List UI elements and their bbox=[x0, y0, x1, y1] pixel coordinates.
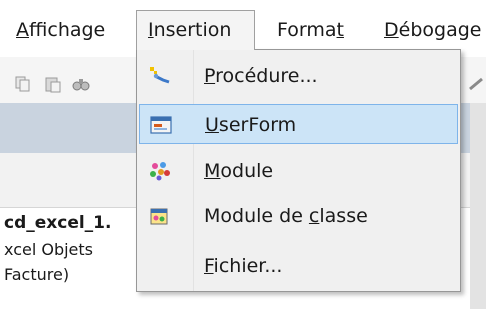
menu-format[interactable]: Format bbox=[277, 12, 344, 48]
menu-item-label: Module de classe bbox=[204, 196, 368, 236]
menu-item-text: lasse bbox=[319, 205, 368, 227]
menu-item-userform[interactable]: UserForm bbox=[139, 104, 458, 144]
menu-item-label: Fichier... bbox=[204, 246, 282, 286]
mnemonic: t bbox=[336, 19, 344, 41]
menu-label: ébogage bbox=[398, 19, 482, 41]
mnemonic: A bbox=[16, 19, 29, 41]
menu-item-text: serForm bbox=[218, 114, 297, 136]
mnemonic: c bbox=[308, 205, 320, 227]
menu-insertion[interactable]: Insertion bbox=[136, 10, 255, 50]
menu-item-text: odule bbox=[220, 160, 274, 182]
mnemonic: F bbox=[204, 255, 214, 277]
code-window-edge bbox=[470, 103, 486, 309]
mnemonic: M bbox=[204, 160, 221, 182]
menu-item-procedure[interactable]: Procédure... bbox=[139, 56, 458, 96]
menu-item-label: Procédure... bbox=[204, 56, 318, 96]
menu-label: ffichage bbox=[29, 19, 106, 41]
menu-item-module[interactable]: Module bbox=[139, 151, 458, 191]
tree-project-label[interactable]: cd_excel_1. bbox=[4, 213, 111, 233]
module-icon bbox=[150, 162, 170, 181]
mnemonic: P bbox=[204, 65, 216, 87]
menu-item-label: UserForm bbox=[205, 105, 296, 145]
mnemonic: D bbox=[384, 19, 399, 41]
menu-item-text: ichier... bbox=[213, 255, 283, 277]
userform-icon bbox=[150, 116, 172, 134]
menu-item-file[interactable]: Fichier... bbox=[139, 246, 458, 286]
find-icon[interactable] bbox=[72, 75, 90, 93]
menu-label: Forma bbox=[277, 19, 337, 41]
menu-item-label: Module bbox=[204, 151, 273, 191]
insertion-dropdown-menu: Procédure... UserForm Module Module de c… bbox=[136, 49, 461, 292]
menu-item-class-module[interactable]: Module de classe bbox=[139, 196, 458, 236]
menu-affichage[interactable]: Affichage bbox=[16, 12, 105, 48]
paste-icon[interactable] bbox=[44, 75, 62, 93]
vba-editor-window: Affichage Insertion Format Débogage cd_e… bbox=[0, 0, 486, 309]
menu-item-text: rocédure... bbox=[215, 65, 318, 87]
tree-folder-label[interactable]: xcel Objets bbox=[4, 240, 93, 259]
menu-label: nsertion bbox=[153, 19, 232, 41]
tree-sheet-label[interactable]: Facture) bbox=[4, 265, 69, 284]
menu-item-text: Module de bbox=[204, 205, 309, 227]
toolbar-edge-icon[interactable] bbox=[468, 75, 486, 93]
copy-icon[interactable] bbox=[14, 75, 32, 93]
class-module-icon bbox=[150, 208, 168, 225]
menu-debogage[interactable]: Débogage bbox=[384, 12, 481, 48]
mnemonic: U bbox=[205, 114, 219, 136]
procedure-icon bbox=[150, 67, 170, 84]
